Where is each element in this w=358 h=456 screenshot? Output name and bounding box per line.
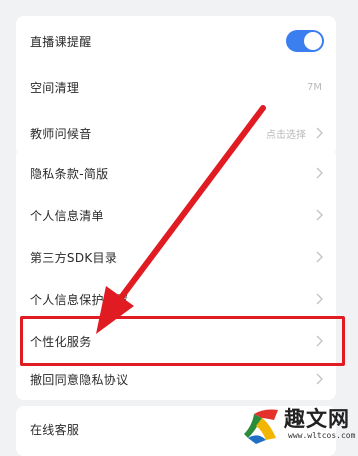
watermark-logo-icon — [244, 409, 278, 444]
red-arrow-annotation — [96, 105, 266, 334]
watermark-url: www.wltcos.com — [288, 431, 356, 440]
site-watermark: 趣文网 www.wltcos.com — [240, 404, 356, 446]
watermark-title: 趣文网 — [284, 407, 350, 431]
